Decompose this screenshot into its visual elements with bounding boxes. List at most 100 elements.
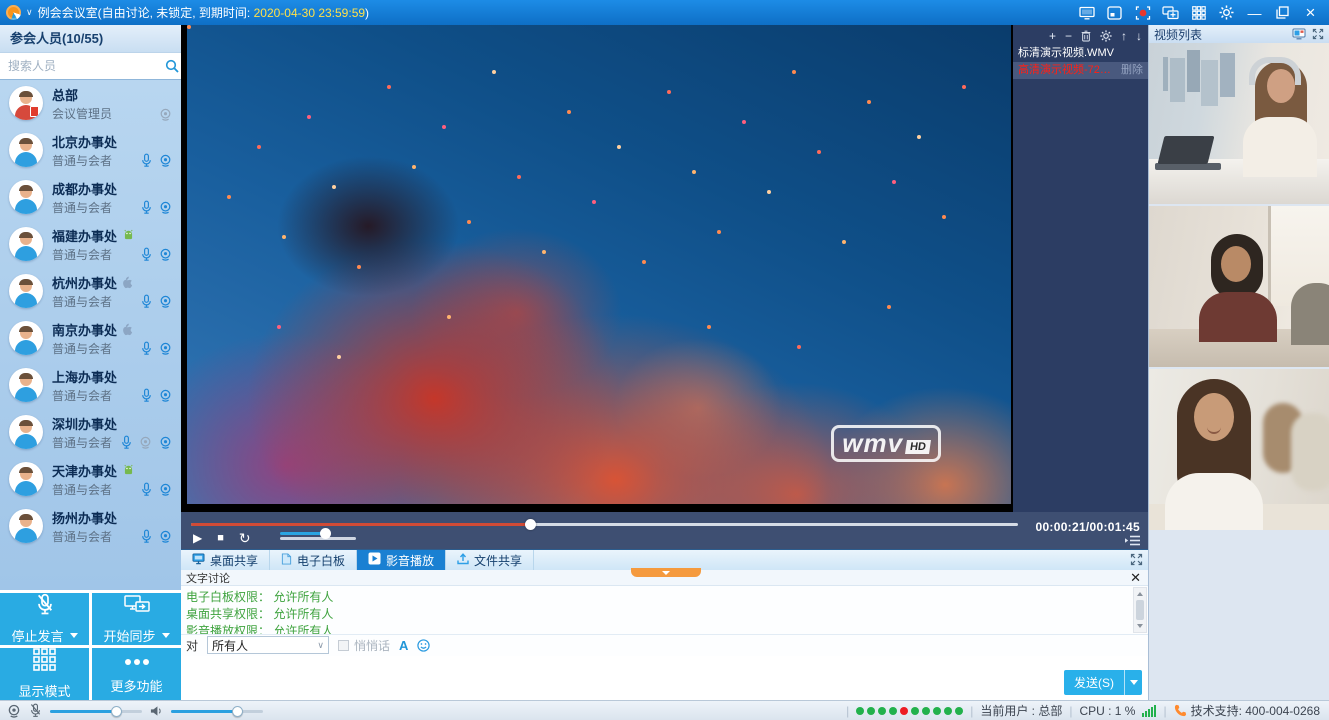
tab-desktop-share[interactable]: 桌面共享 (181, 550, 270, 570)
camera-icon[interactable] (159, 154, 172, 167)
camera-icon[interactable] (159, 483, 172, 496)
participant-row[interactable]: 福建办事处普通与会者 (0, 221, 181, 268)
dropdown-caret-icon[interactable] (162, 633, 170, 638)
monitor-icon[interactable] (1292, 28, 1306, 40)
loop-button[interactable]: ↻ (239, 532, 251, 544)
playlist-move-down-icon[interactable]: ↓ (1136, 30, 1142, 42)
camera-icon[interactable] (159, 108, 172, 121)
tab-file-share[interactable]: 文件共享 (446, 550, 534, 570)
participant-row[interactable]: 杭州办事处普通与会者 (0, 268, 181, 315)
mic-icon[interactable] (141, 294, 152, 309)
seek-handle[interactable] (525, 519, 536, 530)
camera-icon[interactable] (159, 530, 172, 543)
participant-row[interactable]: 南京办事处普通与会者 (0, 315, 181, 362)
volume-slider[interactable] (280, 532, 356, 544)
stop-speaking-button[interactable]: 停止发言 (0, 593, 89, 645)
chat-input-area[interactable]: 发送(S) (181, 656, 1148, 701)
mic-icon[interactable] (141, 482, 152, 497)
slider-handle[interactable] (111, 706, 122, 717)
chat-close-icon[interactable]: ✕ (1130, 572, 1148, 583)
tab-media-playback[interactable]: 影音播放 (357, 550, 446, 570)
participant-row[interactable]: 上海办事处普通与会者 (0, 362, 181, 409)
playlist-toggle-icon[interactable] (1125, 535, 1140, 546)
camera-icon[interactable] (159, 248, 172, 261)
playlist-remove-icon[interactable]: − (1065, 30, 1072, 42)
close-button[interactable]: × (1302, 4, 1319, 21)
speaker-volume-slider[interactable] (171, 705, 263, 717)
play-button[interactable]: ▶ (193, 532, 202, 544)
playlist-move-up-icon[interactable]: ↑ (1121, 30, 1127, 42)
camera-icon[interactable] (159, 201, 172, 214)
desktop-share-icon[interactable] (1078, 4, 1095, 21)
participant-row[interactable]: 扬州办事处普通与会者 (0, 503, 181, 550)
grid-icon (33, 648, 56, 674)
participant-row[interactable]: 总部会议管理员 (0, 80, 181, 127)
send-dropdown-caret[interactable] (1125, 680, 1142, 685)
whisper-checkbox[interactable] (338, 640, 349, 651)
webcam-status-icon[interactable] (7, 704, 21, 718)
title-chevron-down-icon[interactable]: ∨ (26, 7, 33, 18)
camera-icon[interactable] (159, 295, 172, 308)
playlist-settings-icon[interactable] (1100, 30, 1112, 42)
scroll-down-arrow[interactable] (1134, 621, 1146, 632)
camera-icon[interactable] (159, 389, 172, 402)
participant-row[interactable]: 天津办事处普通与会者 (0, 456, 181, 503)
slider-handle[interactable] (232, 706, 243, 717)
chat-scrollbar[interactable] (1133, 587, 1147, 633)
mic-icon[interactable] (141, 388, 152, 403)
search-input[interactable] (0, 58, 165, 74)
mic-muted-icon[interactable] (29, 703, 42, 718)
mic-icon[interactable] (141, 529, 152, 544)
mic-icon[interactable] (121, 435, 132, 450)
seek-bar[interactable] (191, 523, 1018, 526)
participant-name: 杭州办事处 (52, 273, 117, 292)
minimize-button[interactable]: — (1246, 4, 1263, 21)
maximize-button[interactable] (1274, 4, 1291, 21)
video-feed-thumbnail[interactable] (1149, 369, 1329, 530)
status-dot (933, 707, 941, 715)
participant-row[interactable]: 成都办事处普通与会者 (0, 174, 181, 221)
playlist-trash-icon[interactable] (1081, 30, 1091, 42)
recipient-select[interactable]: 所有人 ∨ (207, 636, 329, 654)
fullscreen-expand-icon[interactable] (1130, 553, 1143, 571)
more-features-button[interactable]: 更多功能 (92, 648, 181, 700)
font-color-button[interactable]: A (399, 638, 408, 653)
scroll-up-arrow[interactable] (1134, 588, 1146, 599)
display-mode-button[interactable]: 显示模式 (0, 648, 89, 700)
scroll-thumb[interactable] (1136, 600, 1144, 620)
video-feed-thumbnail[interactable] (1149, 206, 1329, 367)
mic-volume-slider[interactable] (50, 705, 142, 717)
sync-screens-icon[interactable] (1162, 4, 1179, 21)
panel-collapse-handle[interactable] (631, 568, 701, 577)
playlist-add-icon[interactable]: + (1049, 30, 1056, 42)
expand-icon[interactable] (1312, 28, 1324, 40)
whiteboard-icon[interactable] (1106, 4, 1123, 21)
volume-fill (280, 532, 326, 535)
start-sync-button[interactable]: 开始同步 (92, 593, 181, 645)
send-button[interactable]: 发送(S) (1064, 670, 1142, 695)
camera-icon[interactable] (139, 436, 152, 449)
display-mode-icon[interactable] (1190, 4, 1207, 21)
speaker-icon[interactable] (150, 705, 163, 717)
playlist-item[interactable]: 高清演示视频-720P.wmv删除 (1013, 62, 1148, 79)
playlist-item[interactable]: 标清演示视频.WMV (1013, 45, 1148, 62)
mic-icon[interactable] (141, 341, 152, 356)
mic-icon[interactable] (141, 247, 152, 262)
video-feed-thumbnail[interactable] (1149, 43, 1329, 204)
dropdown-caret-icon[interactable] (70, 633, 78, 638)
participant-row[interactable]: 深圳办事处普通与会者 (0, 409, 181, 456)
playlist-item-delete[interactable]: 删除 (1121, 62, 1143, 79)
mic-icon[interactable] (141, 200, 152, 215)
emoji-icon[interactable] (417, 639, 430, 652)
mic-icon[interactable] (141, 153, 152, 168)
tab-label: 影音播放 (386, 552, 434, 569)
camera-icon[interactable] (159, 436, 172, 449)
status-dot (867, 707, 875, 715)
camera-icon[interactable] (159, 342, 172, 355)
search-icon[interactable] (165, 59, 187, 73)
participant-row[interactable]: 北京办事处普通与会者 (0, 127, 181, 174)
tab-whiteboard[interactable]: 电子白板 (270, 550, 357, 570)
settings-gear-icon[interactable] (1218, 4, 1235, 21)
record-icon[interactable] (1134, 4, 1151, 21)
stop-button[interactable]: ■ (217, 532, 224, 544)
